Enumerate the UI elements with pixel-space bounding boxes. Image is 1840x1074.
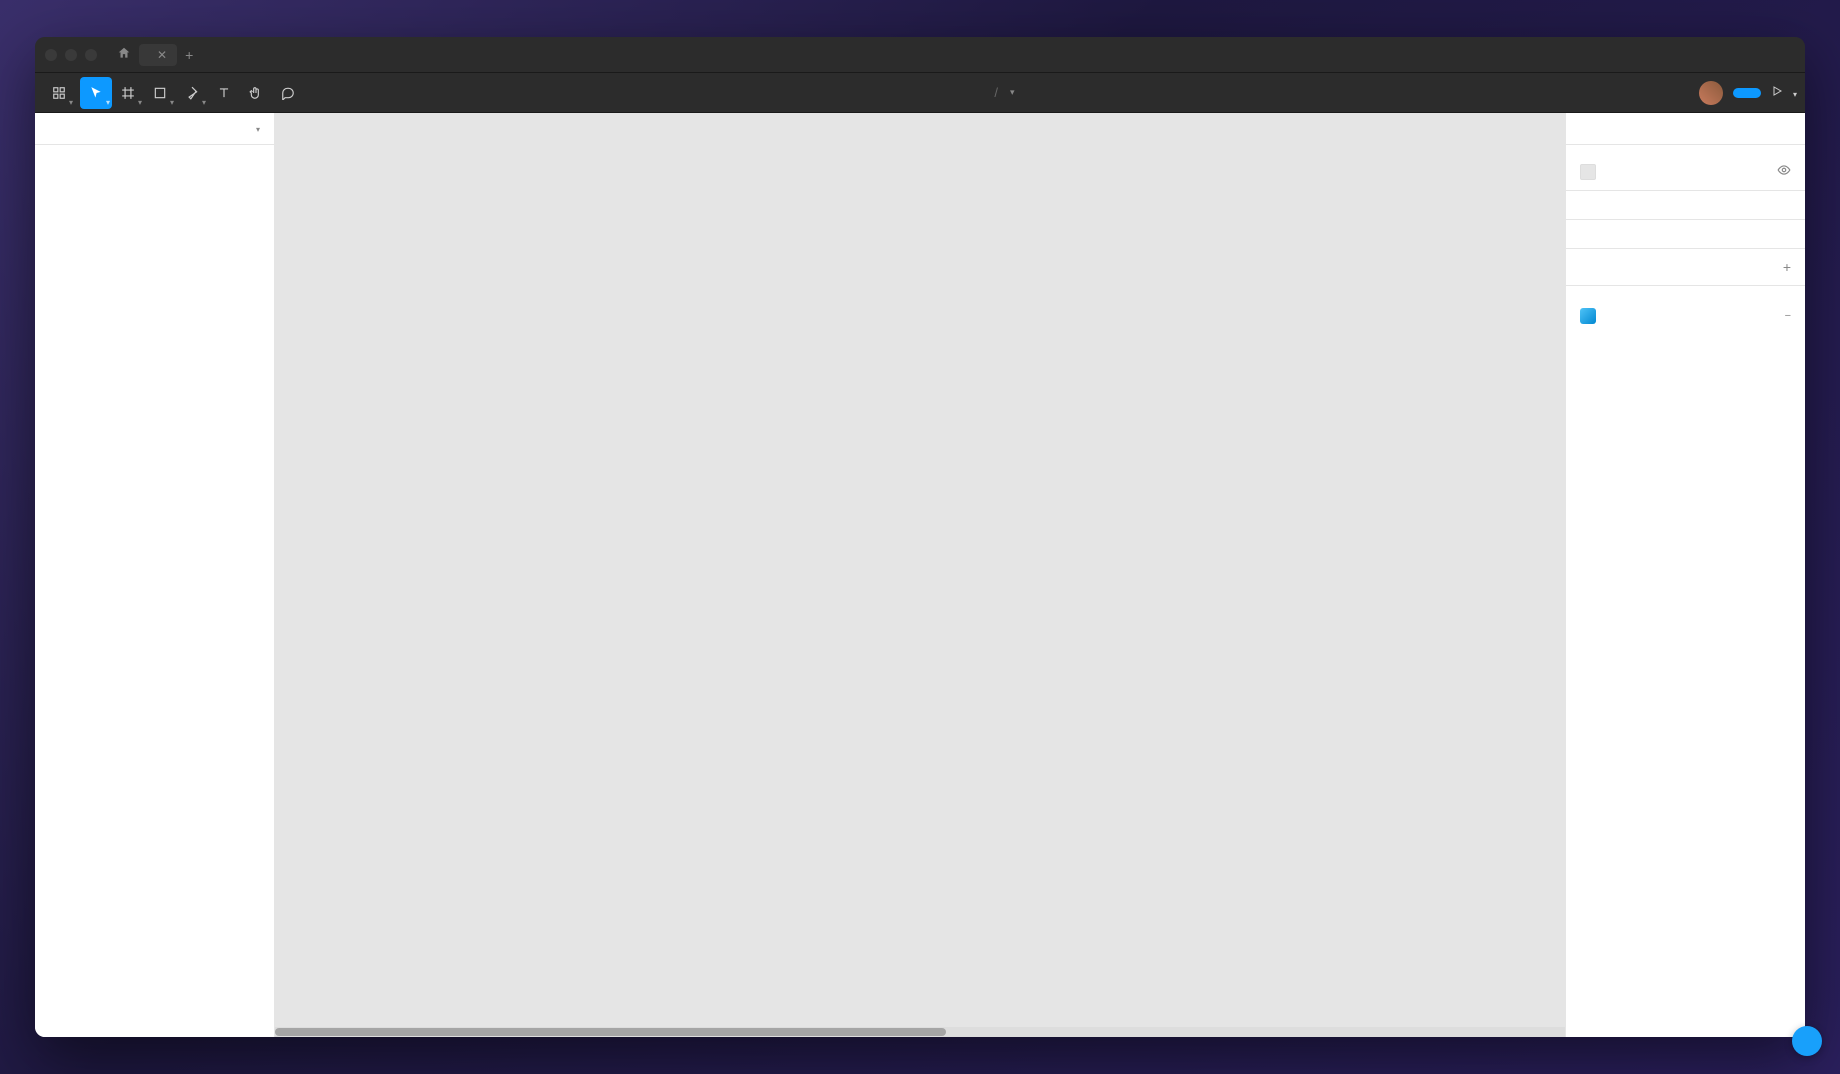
app-window: ✕ + / ▾ [35,37,1805,1037]
chevron-down-icon[interactable]: ▾ [1010,87,1015,98]
hand-tool[interactable] [240,77,272,109]
toolbar: / ▾ ▾ [35,73,1805,113]
breadcrumb: / ▾ [304,85,1699,100]
move-tool[interactable] [80,77,112,109]
tinyimage-icon [1580,308,1596,324]
text-styles-section [1566,191,1805,220]
pen-tool[interactable] [176,77,208,109]
share-button[interactable] [1733,88,1761,98]
plugin-section: − [1566,286,1805,342]
toolbar-right: ▾ [1699,81,1797,105]
layers-list[interactable] [35,145,274,1037]
visibility-toggle-icon[interactable] [1777,163,1791,180]
shape-tool[interactable] [144,77,176,109]
maximize-window-icon[interactable] [85,49,97,61]
canvas[interactable] [275,113,1565,1037]
plugin-row[interactable]: − [1580,304,1791,328]
tab-close-icon[interactable]: ✕ [157,48,167,62]
background-swatch[interactable] [1580,164,1596,180]
minimize-window-icon[interactable] [65,49,77,61]
frame-tool[interactable] [112,77,144,109]
document-tab[interactable]: ✕ [139,44,177,66]
export-section: + [1566,249,1805,286]
traffic-lights [45,49,97,61]
zoom-dropdown[interactable]: ▾ [1793,86,1797,100]
background-row[interactable] [1580,163,1791,180]
new-tab-button[interactable]: + [185,47,193,63]
close-window-icon[interactable] [45,49,57,61]
right-panel-tabs [1566,113,1805,145]
right-panel: + − [1565,113,1805,1037]
color-styles-section [1566,220,1805,249]
page-selector[interactable]: ▾ [256,123,260,135]
avatar[interactable] [1699,81,1723,105]
present-button[interactable] [1771,85,1783,100]
main-menu-button[interactable] [43,77,75,109]
home-icon[interactable] [117,46,131,63]
text-tool[interactable] [208,77,240,109]
left-panel: ▾ [35,113,275,1037]
add-export-button[interactable]: + [1783,259,1791,275]
titlebar: ✕ + [35,37,1805,73]
left-panel-tabs: ▾ [35,113,274,145]
breadcrumb-separator: / [994,85,998,100]
background-section [1566,145,1805,191]
plugin-minus-icon[interactable]: − [1785,310,1791,322]
comment-tool[interactable] [272,77,304,109]
horizontal-scrollbar[interactable] [275,1027,1565,1037]
main-area: ▾ [35,113,1805,1037]
scrollbar-thumb[interactable] [275,1028,946,1036]
